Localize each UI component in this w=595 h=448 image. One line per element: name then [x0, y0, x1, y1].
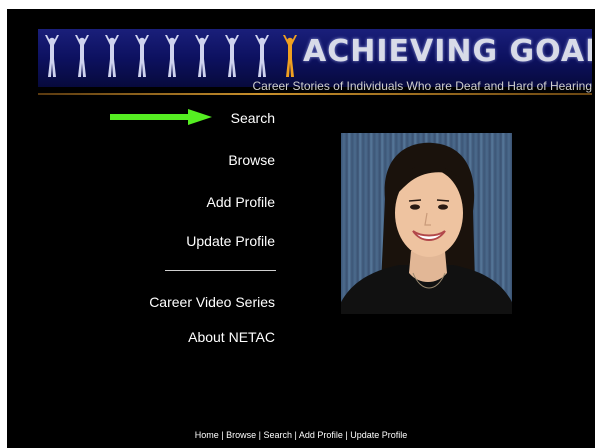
banner-title: ACHIEVING GOALS! — [303, 34, 592, 69]
nav-add-profile-link[interactable]: Add Profile — [207, 194, 275, 210]
banner-subtitle: Career Stories of Individuals Who are De… — [252, 79, 592, 93]
profile-photo — [341, 133, 512, 314]
footer-home-link[interactable]: Home — [195, 430, 219, 440]
nav-about-netac-link[interactable]: About NETAC — [188, 329, 275, 345]
footer-update-profile-link[interactable]: Update Profile — [350, 430, 407, 440]
gold-divider — [38, 93, 592, 95]
nav-update-profile-link[interactable]: Update Profile — [186, 233, 275, 249]
footer-links: Home | Browse | Search | Add Profile | U… — [7, 430, 595, 440]
green-arrow-icon — [110, 109, 212, 125]
nav-divider — [165, 270, 276, 271]
cheering-figures-graphic — [45, 35, 297, 77]
nav-search-link[interactable]: Search — [231, 110, 275, 126]
footer-search-link[interactable]: Search — [263, 430, 292, 440]
portrait-illustration — [341, 142, 512, 314]
footer-separator: | — [218, 430, 227, 440]
footer-separator: | — [291, 430, 299, 440]
footer-add-profile-link[interactable]: Add Profile — [299, 430, 343, 440]
nav-career-video-series-link[interactable]: Career Video Series — [149, 294, 275, 310]
footer-browse-link[interactable]: Browse — [226, 430, 256, 440]
page-background: ACHIEVING GOALS! Career Stories of Indiv… — [7, 9, 595, 448]
nav-browse-link[interactable]: Browse — [228, 152, 275, 168]
